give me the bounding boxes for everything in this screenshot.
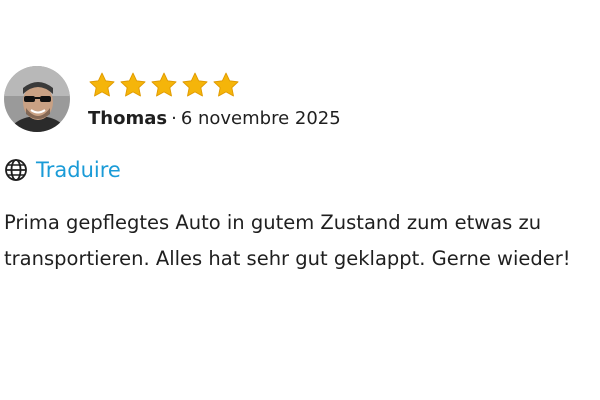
globe-icon	[5, 159, 27, 181]
star-icon	[181, 71, 209, 99]
star-icon	[88, 71, 116, 99]
star-icon	[212, 71, 240, 99]
avatar[interactable]	[4, 66, 70, 132]
byline-separator: ·	[171, 107, 177, 129]
translate-label: Traduire	[36, 158, 121, 182]
byline: Thomas · 6 novembre 2025	[88, 108, 341, 129]
star-icon	[150, 71, 178, 99]
star-icon	[119, 71, 147, 99]
review-meta: Thomas · 6 novembre 2025	[88, 70, 341, 129]
translate-button[interactable]: Traduire	[4, 158, 121, 182]
review-card: Thomas · 6 novembre 2025 Traduire Prima ge…	[0, 0, 600, 400]
review-text: Prima gepflegtes Auto in gutem Zustand z…	[4, 211, 571, 270]
rating-stars	[88, 70, 341, 100]
author-name: Thomas	[88, 107, 168, 129]
avatar-photo	[4, 66, 70, 132]
review-header: Thomas · 6 novembre 2025	[4, 66, 341, 132]
review-date: 6 novembre 2025	[180, 107, 341, 129]
